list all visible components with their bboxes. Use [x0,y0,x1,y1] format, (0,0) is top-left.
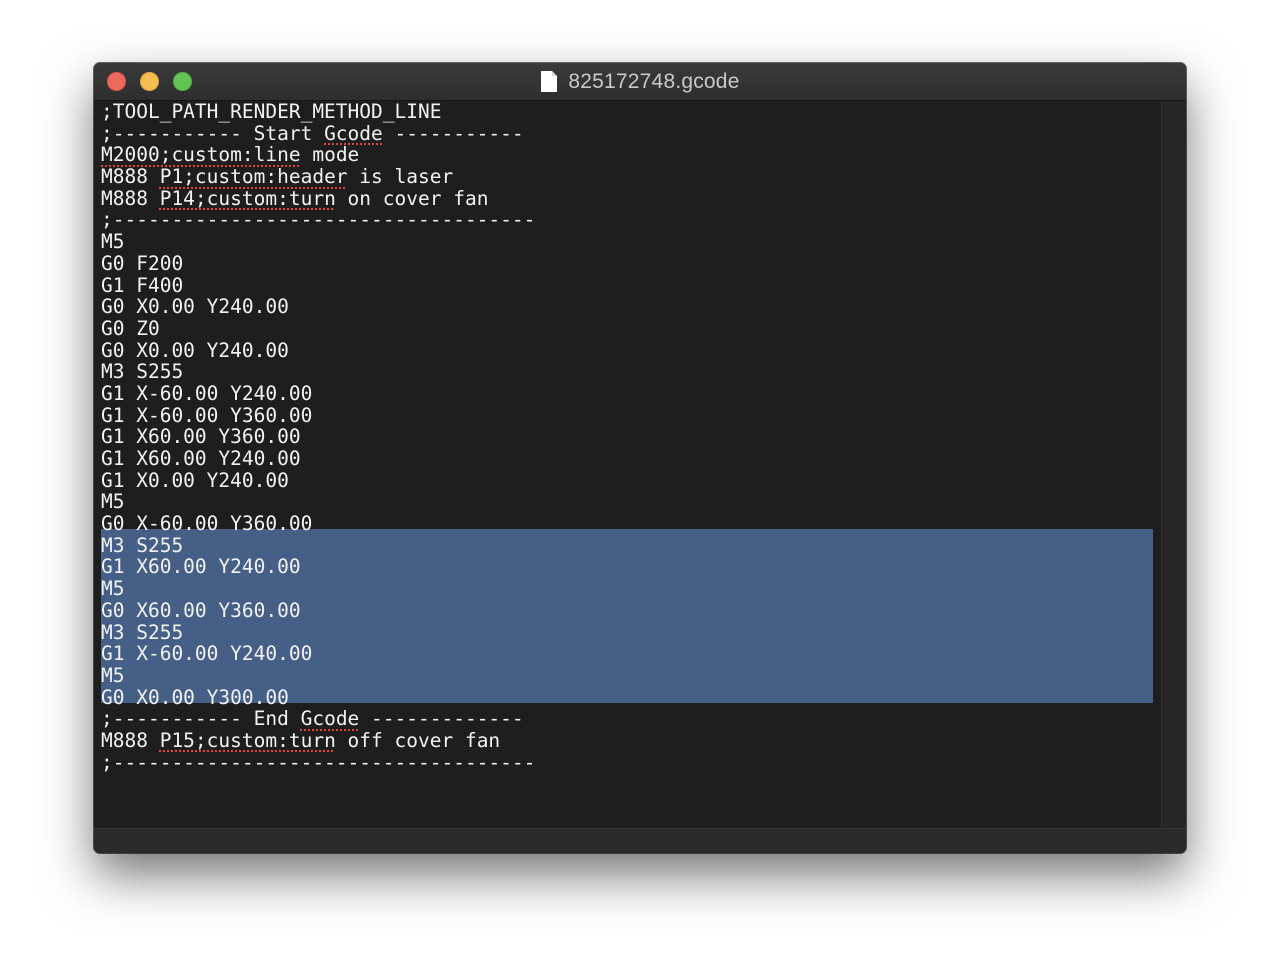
code-line[interactable]: G1 X60.00 Y240.00 [101,556,535,578]
code-line[interactable]: M5 [101,665,535,687]
code-text: off cover fan [335,728,501,752]
code-text: is laser [347,165,454,189]
code-text: M888 [101,186,160,210]
code-text: M888 [101,165,160,189]
code-text: G1 X-60.00 Y360.00 [101,403,313,427]
code-line[interactable]: G1 X60.00 Y240.00 [101,448,535,470]
code-line[interactable]: ;------------------------------------ [101,209,535,231]
code-line[interactable]: M888 P15;custom:turn off cover fan [101,730,535,752]
code-text: G1 X60.00 Y240.00 [101,447,301,470]
code-line[interactable]: G0 X-60.00 Y360.00 [101,513,535,535]
code-line[interactable]: G0 X60.00 Y360.00 [101,598,535,622]
code-text: M5 [101,230,125,254]
misspelled-word: Gcode [324,121,383,145]
code-line[interactable]: M888 P14;custom:turn on cover fan [101,186,535,210]
code-line[interactable]: G1 F400 [101,273,535,297]
code-line[interactable]: M3 S255 [101,361,535,383]
code-line[interactable]: M5 [101,578,535,600]
code-text: G1 X-60.00 Y240.00 [101,381,313,405]
code-line[interactable]: M5 [101,231,535,253]
code-text: M3 S255 [101,620,184,644]
code-text: G0 Z0 [101,316,160,340]
code-text: G0 X0.00 Y240.00 [101,295,289,319]
misspelled-word: P15;custom:turn [159,728,336,752]
code-text: G0 X0.00 Y240.00 [101,338,289,362]
code-text: mode [300,143,360,167]
code-line[interactable]: G1 X0.00 Y240.00 [101,468,535,492]
vertical-scrollbar[interactable] [1161,101,1186,828]
code-line[interactable]: M2000;custom:line mode [101,144,535,166]
code-text: G1 X0.00 Y240.00 [101,468,289,492]
code-text: G0 F200 [101,251,184,275]
code-text: ------------- [359,707,524,731]
window-title: 825172748.gcode [568,69,740,93]
code-line[interactable]: ;----------- End Gcode ------------- [101,708,535,730]
code-line[interactable]: G1 X60.00 Y360.00 [101,426,535,448]
misspelled-word: M2000;custom:line [101,143,301,167]
code-line[interactable]: G1 X-60.00 Y360.00 [101,403,535,427]
document-icon [541,71,558,92]
text-editor-area[interactable]: ;TOOL_PATH_RENDER_METHOD_LINE ;----------… [94,101,1161,828]
code-text: G0 X60.00 Y360.00 [101,598,301,622]
title-bar[interactable]: 825172748.gcode [94,63,1186,101]
code-text: ----------- [382,121,524,145]
code-text: ;------------------------------------ [101,750,536,774]
code-text: M5 [101,663,125,687]
code-line[interactable]: ;------------------------------------ [101,750,536,774]
code-line[interactable]: M5 [101,491,535,513]
misspelled-word: P1;custom:header [159,165,348,189]
code-line[interactable]: ;----------- Start Gcode ----------- [101,121,535,145]
code-line[interactable]: G0 X0.00 Y240.00 [101,338,535,362]
code-text: M888 [101,728,160,752]
code-line[interactable]: G0 Z0 [101,318,535,340]
misspelled-word: Gcode [300,707,360,731]
code-text: ;----------- End [101,707,301,731]
code-text: M5 [101,577,125,601]
code-text: M3 S255 [101,360,184,384]
horizontal-scrollbar[interactable] [94,828,1186,853]
code-text: G1 X-60.00 Y240.00 [101,642,313,666]
code-text: ;TOOL_PATH_RENDER_METHOD_LINE [101,100,442,123]
title-area: 825172748.gcode [94,63,1186,100]
code-line[interactable]: G1 X-60.00 Y240.00 [101,383,535,405]
code-line[interactable]: G0 X0.00 Y240.00 [101,296,535,318]
code-text: M3 S255 [101,533,184,557]
code-line[interactable]: G0 F200 [101,251,535,275]
code-text: M5 [101,490,125,514]
code-line[interactable]: G1 X-60.00 Y240.00 [101,643,535,665]
misspelled-word: P14;custom:turn [159,186,336,210]
code-text: ;------------------------------------ [101,208,536,232]
code-line[interactable]: M3 S255 [101,533,535,557]
code-text: G0 X-60.00 Y360.00 [101,512,313,536]
code-text: on cover fan [335,186,489,210]
code-line[interactable]: G0 X0.00 Y300.00 [101,685,535,709]
code-lines[interactable]: ;TOOL_PATH_RENDER_METHOD_LINE ;----------… [101,101,535,773]
editor-window: 825172748.gcode ;TOOL_PATH_RENDER_METHOD… [94,63,1186,853]
code-text: G1 X60.00 Y240.00 [101,555,301,579]
code-line[interactable]: ;TOOL_PATH_RENDER_METHOD_LINE [101,101,535,123]
code-text: G1 F400 [101,273,184,297]
code-line[interactable]: M888 P1;custom:header is laser [101,166,535,188]
code-text: ;----------- Start [101,121,325,145]
code-line[interactable]: M3 S255 [101,620,535,644]
code-text: G1 X60.00 Y360.00 [101,425,301,449]
code-text: G0 X0.00 Y300.00 [101,685,289,709]
